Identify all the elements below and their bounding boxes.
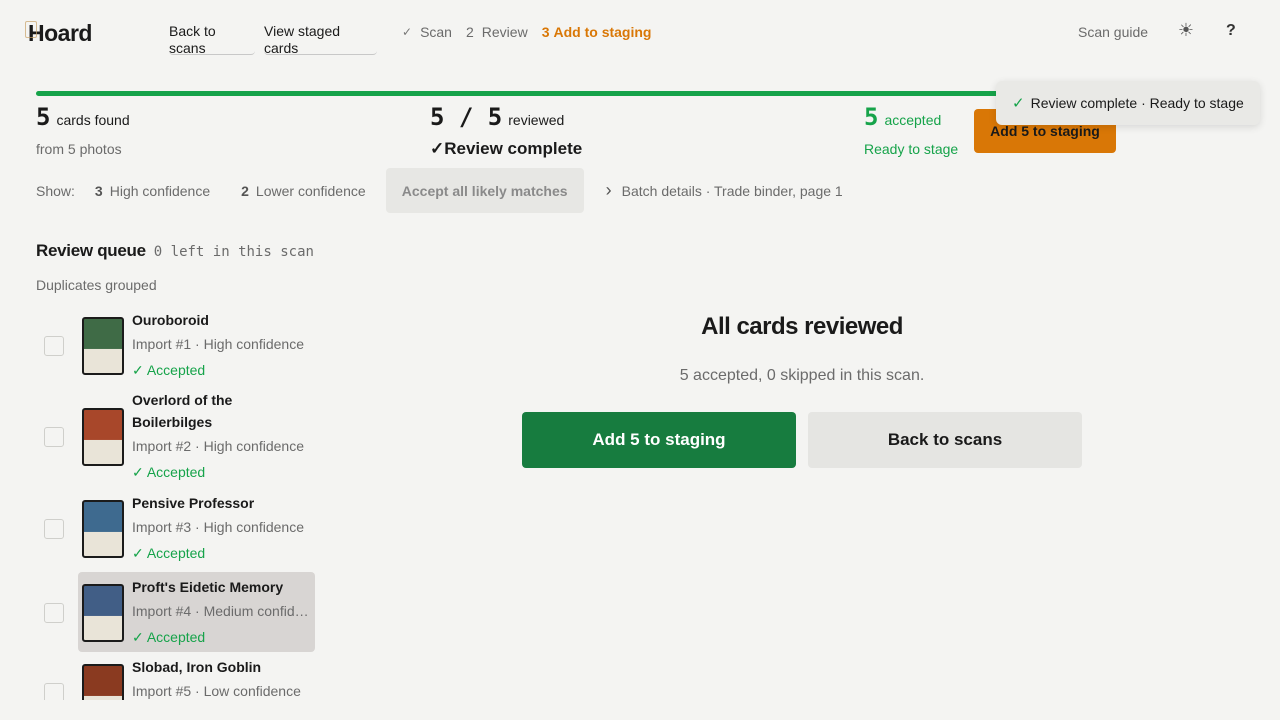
step-label: Add to staging (553, 24, 652, 40)
view-staged-cards-button[interactable]: View staged cards (264, 23, 377, 56)
check-icon: ✓ (1012, 95, 1025, 112)
step-label: Review (481, 24, 528, 40)
row-checkbox[interactable] (44, 336, 64, 356)
ready-to-stage-status: Ready to stage (864, 141, 959, 157)
accepted-count: 5 (864, 103, 879, 131)
list-item[interactable]: Overlord of the Boilerbilges Import #2 ·… (36, 389, 316, 492)
card-meta: Import #1 · High confidence (132, 336, 304, 352)
all-reviewed-summary: 5 accepted, 0 skipped in this scan. (679, 367, 925, 384)
all-reviewed-title: All cards reviewed (701, 313, 903, 340)
filter-label: Lower confidence (255, 182, 366, 199)
filter-count: 2 (241, 182, 249, 199)
hoard-logo-icon (25, 21, 37, 38)
cards-found-stat: 5 cards found (36, 103, 130, 131)
toast-text: Review complete · Ready to stage (1030, 95, 1244, 111)
card-status: ✓ Accepted (132, 545, 206, 561)
card-name: Proft's Eidetic Memory (132, 579, 284, 595)
back-to-scans-button[interactable]: Back to scans (169, 23, 255, 56)
scan-guide-link[interactable]: Scan guide (1078, 24, 1148, 40)
progress-fill (36, 91, 1116, 96)
card-meta: Import #5 · Low confidence (132, 683, 301, 699)
card-name: Ouroboroid (132, 312, 209, 328)
step-scan: ✓ Scan (402, 24, 452, 40)
row-checkbox[interactable] (44, 427, 64, 447)
card-thumbnail (82, 500, 124, 558)
list-item[interactable]: Pensive Professor Import #3 · High confi… (36, 492, 316, 572)
row-checkbox[interactable] (44, 683, 64, 700)
review-queue-header: Review queue 0 left in this scan (36, 241, 314, 261)
accepted-stat: 5 accepted (864, 103, 941, 131)
card-name: Pensive Professor (132, 495, 255, 511)
chevron-right-icon: › (605, 180, 612, 200)
photos-count: from 5 photos (36, 141, 122, 157)
filter-high-confidence[interactable]: 3 High confidence (95, 183, 210, 199)
row-checkbox[interactable] (44, 519, 64, 539)
card-status: ✓ Accepted (132, 362, 206, 378)
step-label: Scan (420, 24, 452, 40)
reviewed-count: 5 / 5 (430, 103, 503, 131)
card-thumbnail (82, 317, 124, 375)
step-review: 2 Review (466, 24, 528, 40)
add-to-staging-primary-button[interactable]: Add 5 to staging (522, 412, 796, 468)
review-queue-list: Ouroboroid Import #1 · High confidence ✓… (36, 309, 316, 700)
card-status: ✓ Accepted (132, 464, 206, 480)
row-checkbox[interactable] (44, 603, 64, 623)
show-label: Show: (36, 182, 75, 199)
list-item[interactable]: Slobad, Iron Goblin Import #5 · Low conf… (36, 652, 316, 700)
review-progress-bar (36, 91, 1116, 96)
card-meta: Import #2 · High confidence (132, 438, 304, 454)
step-add-to-staging: 3 Add to staging (542, 24, 652, 40)
step-indicator: ✓ Scan 2 Review 3 Add to staging (402, 24, 651, 40)
remaining-count: 0 left in this scan (153, 244, 314, 260)
cards-found-label: cards found (56, 112, 130, 128)
step-number: 3 (541, 24, 550, 40)
toast-notification: ✓ Review complete · Ready to stage (996, 81, 1260, 125)
card-status: ✓ Accepted (132, 629, 206, 645)
card-thumbnail (82, 408, 124, 466)
reviewed-label: reviewed (508, 112, 565, 128)
card-name: Slobad, Iron Goblin (132, 659, 262, 675)
back-to-scans-secondary-button[interactable]: Back to scans (808, 412, 1082, 468)
accepted-label: accepted (884, 112, 942, 128)
app-logo[interactable]: Hoard (25, 20, 92, 47)
app-title: Hoard (28, 20, 92, 46)
accept-all-likely-matches-button[interactable]: Accept all likely matches (385, 168, 584, 213)
review-queue-title: Review queue (36, 241, 146, 260)
filter-bar: Show: 3 High confidence 2 Lower confiden… (36, 168, 843, 213)
check-icon: ✓ (402, 25, 413, 39)
card-meta: Import #4 · Medium confidence (132, 603, 310, 619)
filter-lower-confidence[interactable]: 2 Lower confidence (241, 183, 366, 199)
help-button[interactable]: ? (1226, 22, 1236, 40)
sun-icon[interactable]: ☀ (1176, 20, 1196, 42)
batch-details-label: Batch details · Trade binder, page 1 (621, 182, 843, 199)
step-number: 2 (465, 24, 474, 40)
list-item[interactable]: Proft's Eidetic Memory Import #4 · Mediu… (36, 572, 316, 652)
batch-details-toggle[interactable]: › Batch details · Trade binder, page 1 (606, 180, 843, 201)
card-thumbnail (82, 584, 124, 642)
card-thumbnail (82, 664, 124, 700)
card-name: Overlord of the Boilerbilges (132, 392, 233, 430)
list-item[interactable]: Ouroboroid Import #1 · High confidence ✓… (36, 309, 316, 389)
duplicates-grouped-label: Duplicates grouped (36, 277, 157, 293)
reviewed-stat: 5 / 5 reviewed (430, 103, 564, 131)
review-complete-status: ✓Review complete (430, 139, 583, 158)
filter-count: 3 (94, 182, 103, 199)
card-meta: Import #3 · High confidence (132, 519, 304, 535)
cards-found-count: 5 (36, 103, 51, 131)
filter-label: High confidence (109, 182, 211, 199)
